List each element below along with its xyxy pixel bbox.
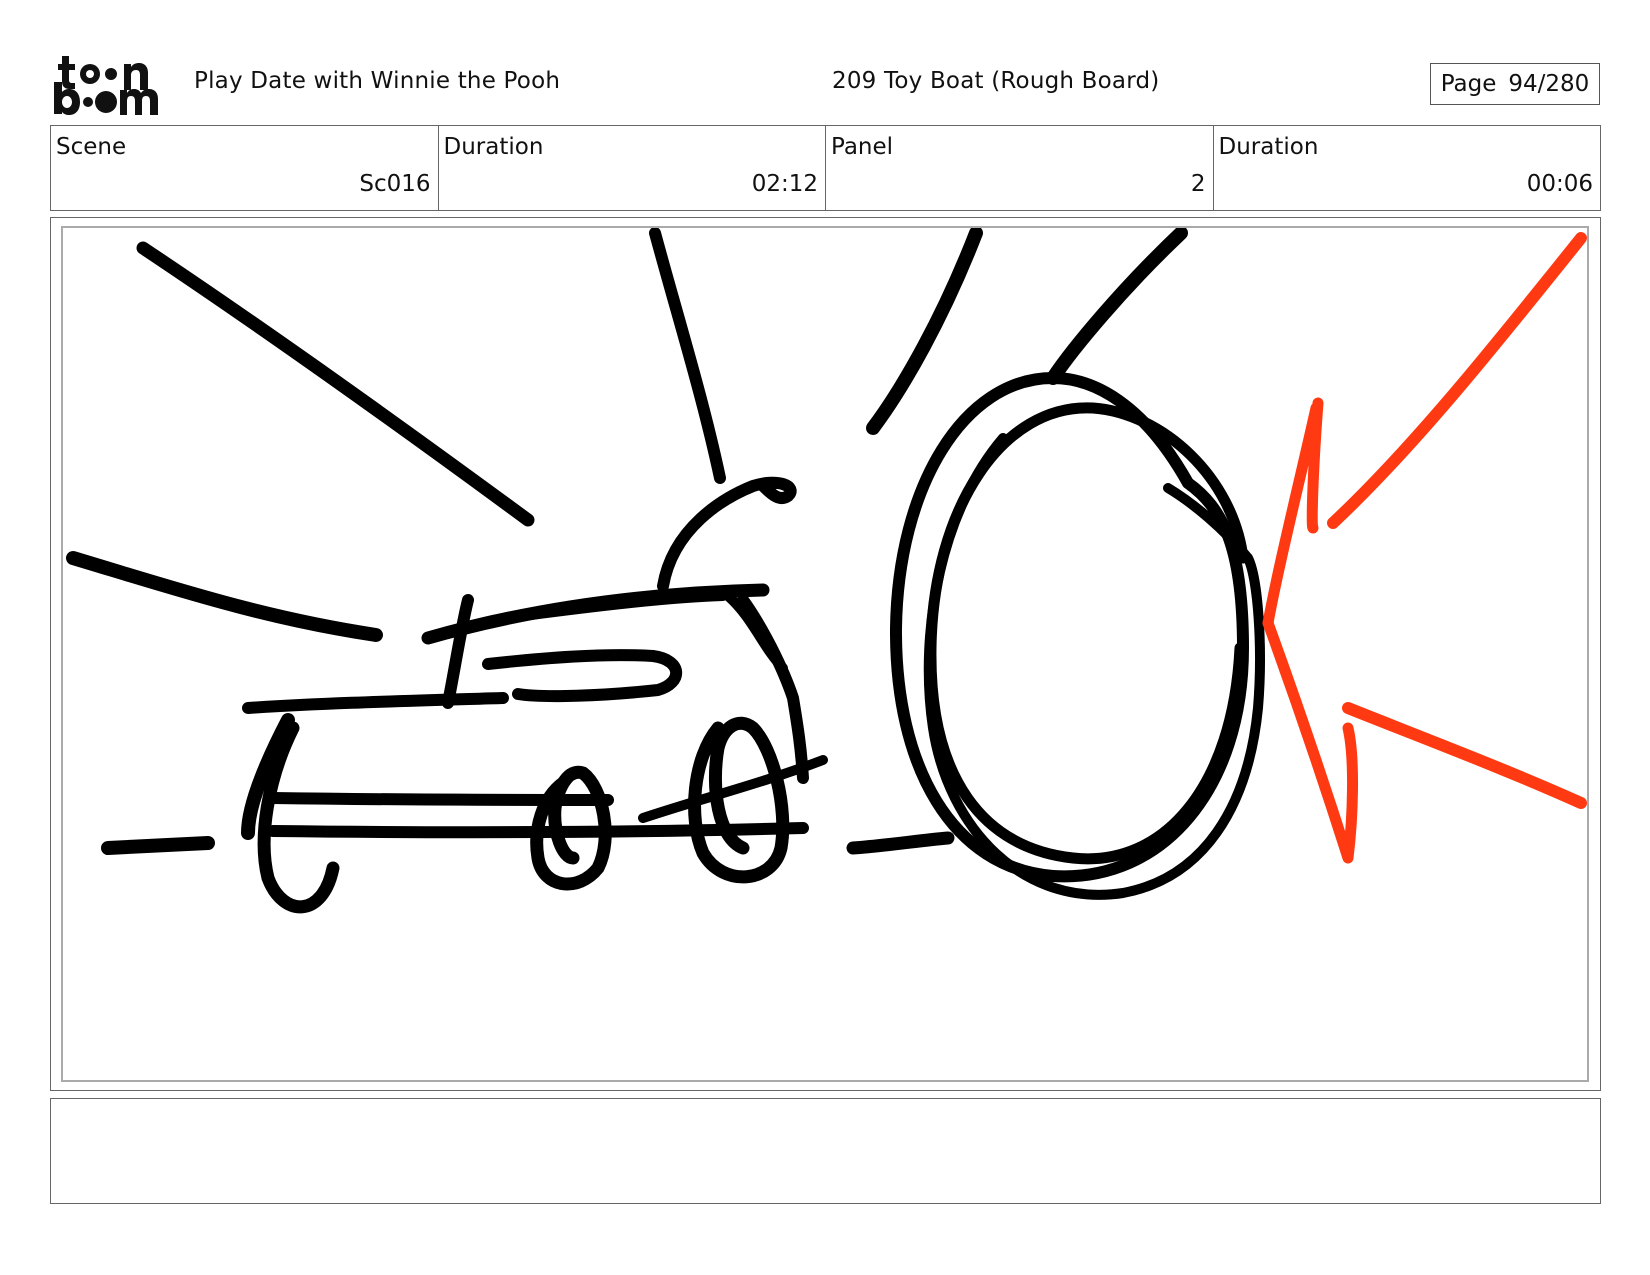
motion-line bbox=[66, 551, 383, 642]
storyboard-drawing bbox=[66, 228, 1587, 914]
project-title: Play Date with Winnie the Pooh bbox=[194, 68, 561, 94]
storyboard-panel bbox=[50, 217, 1601, 1091]
ground-dash bbox=[101, 836, 215, 855]
panel-duration-cell: Duration 00:06 bbox=[1214, 126, 1601, 210]
car-bumper bbox=[638, 755, 828, 823]
episode-title: 209 Toy Boat (Rough Board) bbox=[832, 68, 1160, 94]
panel-notes-box[interactable] bbox=[50, 1098, 1601, 1204]
panel-duration-value: 00:06 bbox=[1526, 171, 1593, 197]
impact-line bbox=[1327, 232, 1587, 529]
ground-dash bbox=[846, 831, 955, 855]
scene-info-table: Scene Sc016 Duration 02:12 Panel 2 Durat… bbox=[50, 125, 1601, 211]
motion-line bbox=[649, 228, 726, 484]
front-wheel bbox=[257, 721, 340, 914]
page-number: 94/280 bbox=[1508, 71, 1590, 97]
car-window bbox=[482, 649, 683, 703]
panel-label: Panel bbox=[831, 134, 894, 160]
scene-duration-label: Duration bbox=[443, 134, 544, 160]
scene-value: Sc016 bbox=[359, 171, 431, 197]
car-antenna bbox=[657, 476, 797, 592]
car-rear-edge bbox=[723, 591, 788, 673]
panel-image bbox=[61, 226, 1589, 1082]
car-pillar bbox=[442, 594, 474, 709]
impact-line bbox=[1262, 617, 1358, 864]
panel-cell: Panel 2 bbox=[826, 126, 1214, 210]
motion-line bbox=[1046, 228, 1188, 385]
motion-line bbox=[866, 228, 983, 435]
scene-label: Scene bbox=[56, 134, 127, 160]
page-indicator: Page 94/280 bbox=[1430, 63, 1600, 105]
impact-line bbox=[1262, 397, 1324, 629]
impact-line bbox=[1342, 702, 1587, 809]
panel-duration-label: Duration bbox=[1218, 134, 1319, 160]
car-hood bbox=[242, 692, 509, 714]
page-label: Page bbox=[1440, 71, 1497, 97]
toonboom-logo bbox=[54, 56, 158, 115]
scene-duration-value: 02:12 bbox=[751, 171, 818, 197]
motion-line bbox=[136, 241, 535, 527]
panel-value: 2 bbox=[1190, 171, 1206, 197]
scene-duration-cell: Duration 02:12 bbox=[439, 126, 826, 210]
scene-cell: Scene Sc016 bbox=[51, 126, 439, 210]
